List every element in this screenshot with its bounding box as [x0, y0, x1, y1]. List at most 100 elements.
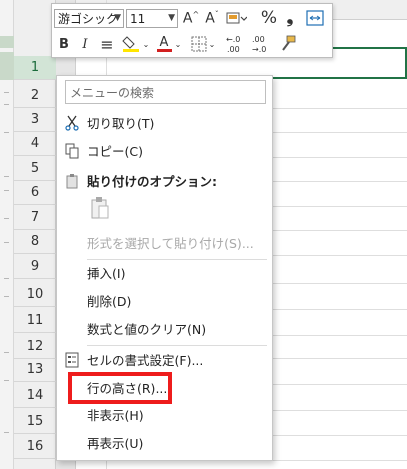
ruler-tick [4, 278, 9, 279]
percent-style-button[interactable]: % [260, 7, 278, 29]
number-format-button[interactable] [224, 9, 248, 27]
row-header-13[interactable]: 13 [14, 358, 56, 382]
menu-item-label: 切り取り(T) [87, 116, 155, 131]
decrease-decimal-button[interactable]: .00 →.0 [250, 33, 274, 55]
font-name-value: 游ゴシック [58, 12, 119, 26]
row-header-4[interactable]: 4 [14, 132, 56, 156]
vertical-ruler [0, 0, 14, 469]
menu-item-delete[interactable]: 削除(D) [57, 287, 272, 314]
chevron-down-icon: ⌄ [208, 39, 216, 49]
ruler-tick [4, 242, 9, 243]
font-color-button[interactable]: A [154, 34, 174, 54]
grow-font-icon: A^ [182, 9, 200, 27]
font-size-value: 11 [130, 11, 146, 26]
shrink-font-button[interactable]: Aˇ [203, 8, 221, 28]
format-painter-button[interactable] [278, 34, 298, 54]
row-headers: 1 2 3 4 5 6 7 8 9 10 11 12 13 14 15 16 [14, 0, 56, 469]
italic-icon: I [82, 36, 88, 52]
format-painter-icon [282, 35, 296, 51]
font-color-dropdown[interactable]: ⌄ [174, 38, 182, 50]
menu-item-format-cells[interactable]: セルの書式設定(F)... [57, 346, 272, 373]
ruler-tick [4, 104, 9, 105]
row-header-11[interactable]: 11 [14, 309, 56, 333]
ruler-tick [4, 432, 9, 433]
italic-button[interactable]: I [77, 34, 93, 54]
ruler-tick [4, 218, 9, 219]
chevron-down-icon: ⌄ [174, 39, 182, 49]
paste-button[interactable] [87, 194, 113, 222]
font-name-dropdown[interactable]: 游ゴシック ▼ [54, 9, 124, 28]
font-size-dropdown[interactable]: 11 ▼ [126, 9, 178, 28]
ruler-tick [4, 352, 9, 353]
menu-item-label: コピー(C) [87, 144, 143, 159]
ruler-tick [4, 92, 9, 93]
align-center-icon: ≡ [100, 34, 114, 54]
grow-font-button[interactable]: A^ [182, 8, 200, 28]
menu-item-insert[interactable]: 挿入(I) [57, 259, 272, 286]
row-header-16[interactable]: 16 [14, 435, 56, 459]
bold-icon: B [59, 36, 69, 52]
fill-color-button[interactable] [120, 34, 142, 54]
align-center-button[interactable]: ≡ [98, 34, 116, 54]
menu-item-label: 貼り付けのオプション: [87, 174, 217, 189]
row-header-12[interactable]: 12 [14, 335, 56, 359]
menu-search-placeholder: メニューの検索 [70, 85, 155, 100]
row-header-9[interactable]: 9 [14, 255, 56, 279]
copy-icon [64, 142, 80, 160]
font-color-icon: A [159, 35, 169, 50]
font-color-bar [156, 49, 172, 52]
comma-style-button[interactable]: ❟ [283, 7, 297, 29]
shrink-font-icon: Aˇ [205, 9, 219, 27]
increase-decimal-button[interactable]: ←.0 .00 [224, 33, 248, 55]
bold-button[interactable]: B [56, 34, 72, 54]
chevron-down-icon: ▼ [168, 13, 175, 23]
borders-dropdown[interactable]: ⌄ [208, 38, 216, 50]
row-header-3[interactable]: 3 [14, 108, 56, 132]
menu-item-label: セルの書式設定(F)... [87, 353, 204, 368]
svg-text:.00: .00 [227, 45, 240, 54]
menu-item-unhide[interactable]: 再表示(U) [57, 429, 272, 456]
decrease-decimal-icon: .00 →.0 [252, 35, 266, 54]
row-header-10[interactable]: 10 [14, 283, 56, 307]
ruler-tick [4, 190, 9, 191]
increase-decimal-icon: ←.0 .00 [226, 35, 240, 54]
chevron-down-icon: ▼ [114, 13, 121, 23]
comma-icon: ❟ [286, 8, 294, 28]
menu-search-input[interactable]: メニューの検索 [65, 80, 266, 104]
menu-item-paste-options: 貼り付けのオプション: [57, 167, 272, 194]
merge-center-icon [306, 10, 324, 26]
row-header-5[interactable]: 5 [14, 157, 56, 181]
menu-item-label: 挿入(I) [87, 266, 126, 281]
row-header-1[interactable]: 1 [14, 56, 56, 80]
menu-item-label: 再表示(U) [87, 436, 144, 451]
menu-item-hide[interactable]: 非表示(H) [57, 401, 272, 428]
menu-item-clear-contents[interactable]: 数式と値のクリア(N) [57, 315, 272, 342]
row-header-2[interactable]: 2 [14, 84, 56, 108]
merge-center-button[interactable] [305, 9, 325, 27]
fill-color-icon [122, 36, 139, 52]
paste-options-icon [64, 172, 80, 190]
row-header-14[interactable]: 14 [14, 384, 56, 408]
ruler-tick [4, 380, 9, 381]
row-header-15[interactable]: 15 [14, 410, 56, 434]
ruler-marker [0, 36, 14, 48]
row-header-8[interactable]: 8 [14, 230, 56, 254]
highlight-box [68, 372, 172, 404]
menu-item-label: 非表示(H) [87, 408, 144, 423]
chevron-down-icon: ⌄ [142, 39, 150, 49]
row-header-7[interactable]: 7 [14, 206, 56, 230]
borders-button[interactable] [190, 34, 208, 54]
svg-text:←.0: ←.0 [226, 35, 240, 44]
menu-item-label: 削除(D) [87, 294, 132, 309]
percent-icon: % [260, 8, 278, 28]
ruler-tick [4, 176, 9, 177]
menu-item-copy[interactable]: コピー(C) [57, 137, 272, 164]
ruler-marker [0, 52, 14, 80]
menu-item-label: 形式を選択して貼り付け(S)... [87, 236, 254, 251]
menu-item-cut[interactable]: 切り取り(T) [57, 109, 272, 136]
menu-item-paste-special: 形式を選択して貼り付け(S)... [57, 229, 272, 256]
clipboard-icon [91, 197, 109, 219]
scissors-icon [64, 114, 80, 132]
row-header-6[interactable]: 6 [14, 181, 56, 205]
fill-color-dropdown[interactable]: ⌄ [142, 38, 150, 50]
